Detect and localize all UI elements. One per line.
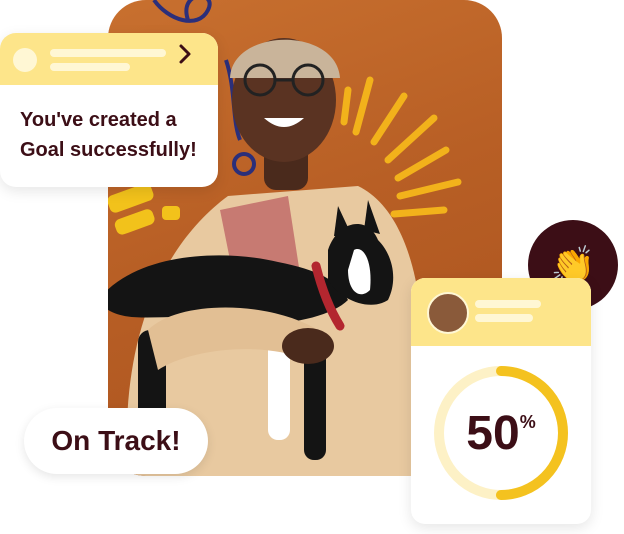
avatar bbox=[427, 292, 469, 334]
progress-card-header bbox=[411, 278, 591, 346]
goal-success-message: You've created a Goal successfully! bbox=[20, 109, 197, 161]
skeleton-line bbox=[50, 49, 166, 57]
percent-unit: % bbox=[519, 412, 536, 432]
chevron-right-icon[interactable] bbox=[178, 43, 192, 71]
progress-percent: 50% bbox=[411, 406, 591, 461]
progress-card[interactable]: 50% bbox=[411, 278, 591, 524]
skeleton-line bbox=[475, 300, 541, 308]
goal-notification-card[interactable]: You've created a Goal successfully! bbox=[0, 33, 218, 187]
avatar-placeholder bbox=[13, 48, 37, 72]
status-pill: On Track! bbox=[24, 408, 208, 474]
progress-value: 50 bbox=[466, 407, 520, 460]
goal-card-header bbox=[0, 33, 218, 85]
skeleton-line bbox=[50, 63, 130, 71]
skeleton-line bbox=[475, 314, 533, 322]
